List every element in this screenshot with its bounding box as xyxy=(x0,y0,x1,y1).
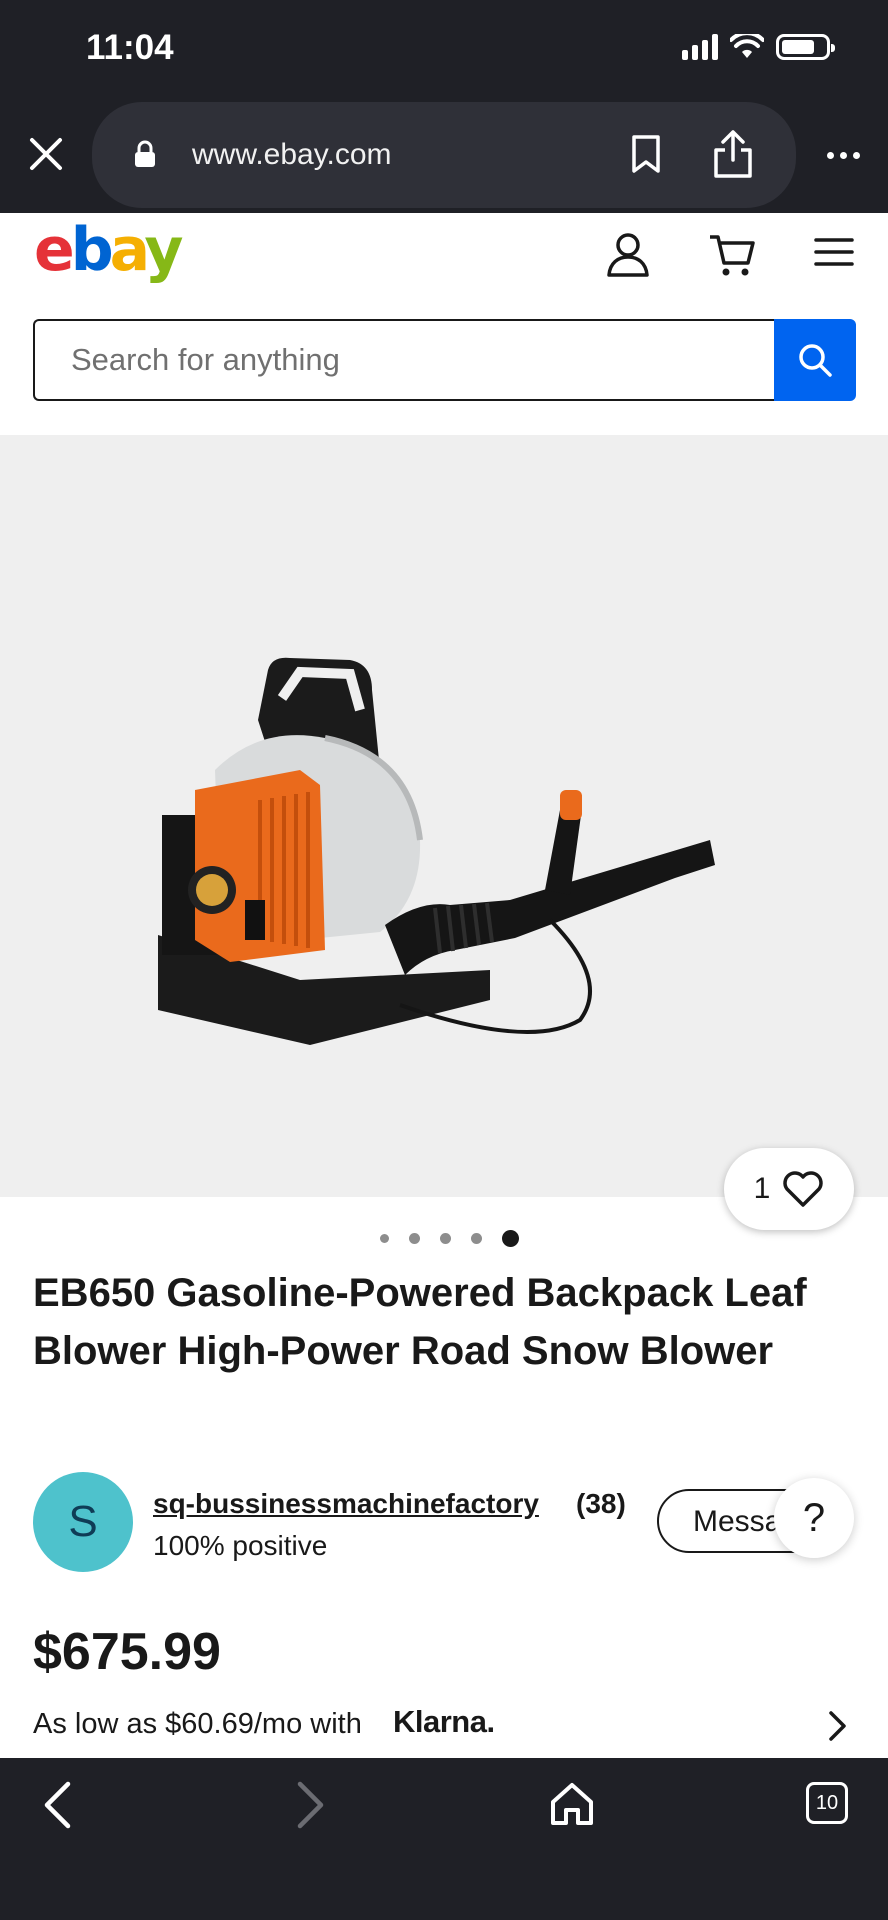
gallery-dot[interactable] xyxy=(440,1233,451,1244)
seller-feedback-count: (38) xyxy=(576,1488,626,1519)
search-field[interactable] xyxy=(33,319,775,401)
product-title: EB650 Gasoline-Powered Backpack Leaf Blo… xyxy=(33,1271,807,1373)
product-price: $675.99 xyxy=(33,1623,221,1681)
lock-icon xyxy=(135,140,155,167)
site-header: ebay xyxy=(0,213,888,435)
klarna-logo: Klarna. xyxy=(393,1704,495,1739)
bookmark-icon[interactable] xyxy=(630,134,662,174)
seller-avatar[interactable]: S xyxy=(33,1472,133,1572)
gallery-dot[interactable] xyxy=(471,1233,482,1244)
browser-chrome: 11:04 www.ebay.com xyxy=(0,0,888,213)
financing-text: As low as $60.69/mo with xyxy=(33,1708,362,1740)
status-time: 11:04 xyxy=(86,28,174,67)
heart-icon xyxy=(783,1171,824,1207)
watch-count: 1 xyxy=(753,1172,771,1205)
account-icon[interactable] xyxy=(606,231,650,279)
status-icons xyxy=(682,34,835,60)
browser-toolbar: 10 xyxy=(0,1758,888,1920)
seller-feedback-percent: 100% positive xyxy=(153,1530,328,1561)
share-icon[interactable] xyxy=(712,128,754,180)
chevron-right-icon[interactable] xyxy=(826,1708,850,1744)
back-icon[interactable] xyxy=(40,1780,74,1830)
url-text: www.ebay.com xyxy=(192,138,392,171)
more-options-icon[interactable] xyxy=(827,152,860,159)
gallery-dot[interactable] xyxy=(409,1233,420,1244)
watch-button[interactable]: 1 xyxy=(724,1148,854,1230)
help-button[interactable]: ? xyxy=(774,1478,854,1558)
url-bar[interactable]: www.ebay.com xyxy=(92,102,796,208)
product-gallery[interactable] xyxy=(0,435,888,1197)
search-input[interactable] xyxy=(35,321,775,399)
cart-icon[interactable] xyxy=(708,231,756,279)
gallery-dot-active[interactable] xyxy=(502,1230,519,1247)
tabs-button[interactable]: 10 xyxy=(806,1782,848,1824)
ebay-logo[interactable]: ebay xyxy=(34,215,183,285)
home-icon[interactable] xyxy=(548,1780,596,1828)
search-button[interactable] xyxy=(774,319,856,401)
forward-icon xyxy=(297,1781,324,1829)
gallery-dot[interactable] xyxy=(380,1234,389,1243)
battery-icon xyxy=(776,34,835,60)
gallery-pagination[interactable] xyxy=(380,1230,519,1247)
close-icon[interactable] xyxy=(24,132,68,176)
seller-name-link[interactable]: sq-bussinessmachinefactory xyxy=(153,1488,539,1520)
product-image[interactable] xyxy=(150,650,740,1050)
search-icon xyxy=(799,344,832,377)
menu-icon[interactable] xyxy=(814,237,854,267)
page: 11:04 www.ebay.com ebay Search for anyth… xyxy=(0,0,888,1920)
wifi-icon xyxy=(730,34,764,58)
signal-icon xyxy=(682,34,718,60)
